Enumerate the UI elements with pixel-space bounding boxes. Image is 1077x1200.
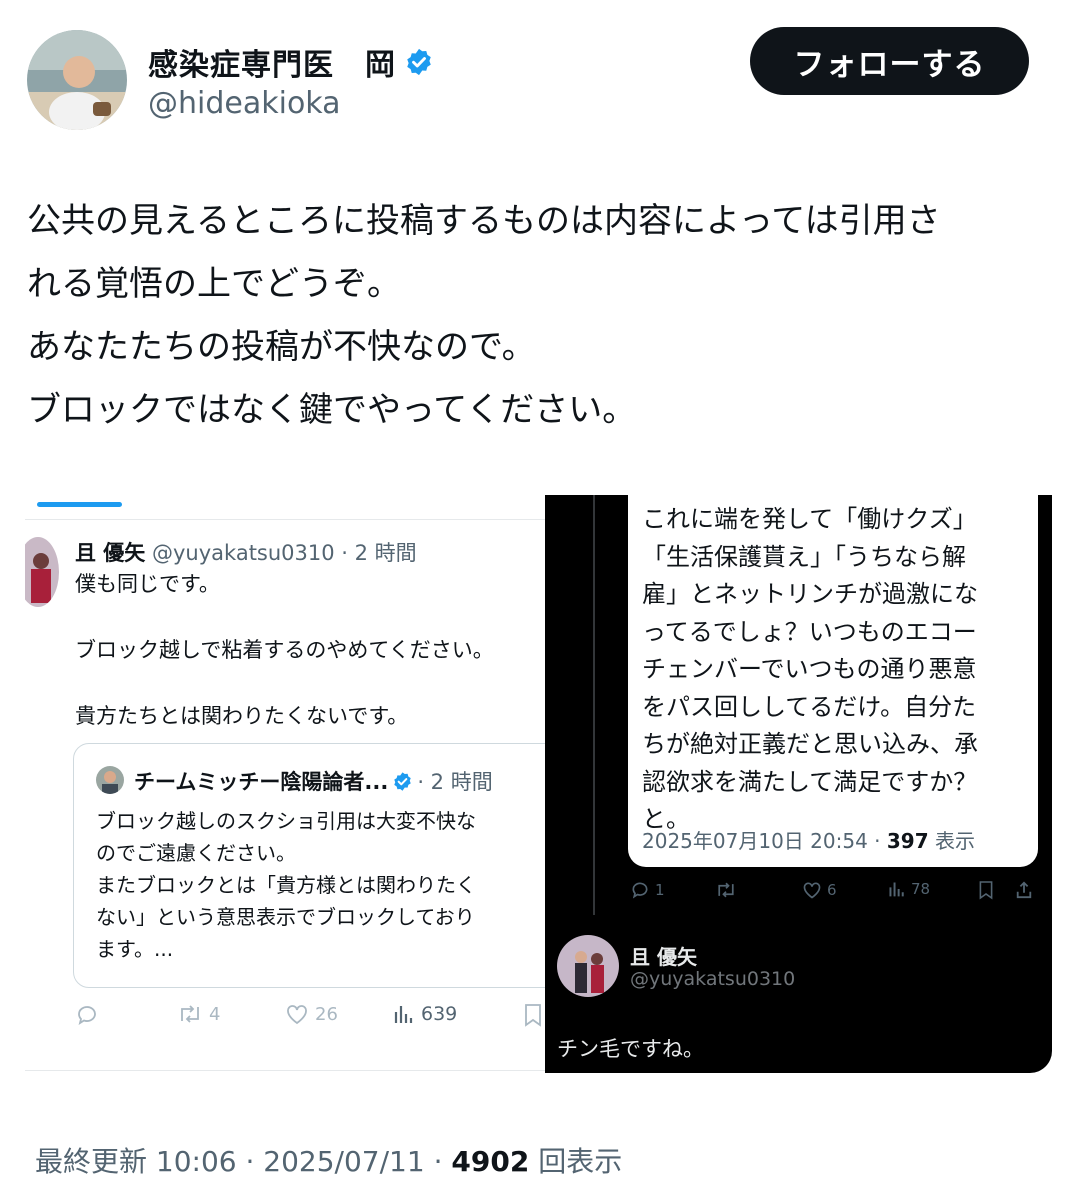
author-handle[interactable]: @hideakioka (148, 86, 341, 121)
thread-line (593, 495, 595, 915)
divider (25, 519, 545, 520)
divider (25, 1070, 545, 1071)
view-count: 639 (393, 1003, 457, 1025)
follow-button[interactable]: フォローする (750, 27, 1029, 95)
quoted-line: またブロックとは「貴方様とは関わりたく (96, 873, 476, 897)
reply-author-name: 且 優矢 (630, 945, 697, 969)
view-count-label: 回表示 (529, 1145, 623, 1178)
bubble-line: 「生活保護貰え」「うちなら解 (642, 542, 966, 571)
author-avatar[interactable] (27, 30, 127, 130)
quoted-line: のでご遠慮ください。 (96, 841, 296, 865)
like-count-value: 26 (315, 1003, 338, 1025)
bubble-line: これに端を発して「働けクズ」 (642, 505, 977, 533)
quoted-line: ない」という意思表示でブロックしており (96, 905, 475, 929)
reply-text: チン毛ですね。 (557, 1037, 704, 1061)
reply-author-avatar (25, 537, 59, 607)
reply-line: ブロック越しで粘着するのやめてください。 (75, 638, 494, 662)
view-count: 4902 (451, 1145, 530, 1178)
timestamp[interactable]: 最終更新 10:06 · 2025/07/11 · (35, 1145, 451, 1178)
bubble-date: 2025年07月10日 20:54 · (642, 829, 887, 853)
bubble-line: ってるでしょ？いつものエコー (642, 617, 977, 646)
share-icon (1015, 880, 1033, 900)
retweet-count-value: 4 (209, 1003, 221, 1025)
like-count: 6 (802, 880, 837, 900)
reply-author-name: 且 優矢 (75, 541, 146, 565)
retweet-icon (715, 880, 737, 900)
bubble-meta: 2025年07月10日 20:54 · 397 表示 (642, 825, 975, 854)
view-count-value: 639 (421, 1003, 458, 1025)
reply-line: 僕も同じです。 (75, 572, 220, 596)
heart-icon (803, 882, 821, 899)
views-icon (889, 882, 904, 897)
reply-header: 且 優矢 @yuyakatsu0310 · 2 時間 (75, 537, 417, 567)
bubble-line: チェンバーでいつもの通り悪意 (642, 655, 977, 683)
reply-meta: @yuyakatsu0310 · 2 時間 (152, 541, 417, 565)
tweet-text: 公共の見えるところに投稿するものは内容によっては引用さ れる覚悟の上でどうぞ。 … (27, 190, 1047, 442)
views-icon (394, 1006, 413, 1023)
quoted-tweet: チームミッチー陰陽論者... · 2 時間 ブロック越しのスクショ引用は大変不快… (73, 743, 545, 988)
view-count: 78 (888, 880, 930, 898)
retweet-count: 4 (177, 1003, 220, 1025)
quoted-author-avatar (96, 766, 124, 794)
bubble-line: 認欲求を満たして満足ですか？ (642, 767, 978, 796)
author-display-name[interactable]: 感染症専門医 岡 (148, 40, 396, 84)
reply-text: 僕も同じです。 ブロック越しで粘着するのやめてください。 貴方たちとは関わりたく… (75, 568, 494, 733)
tweet-line: れる覚悟の上でどうぞ。 (27, 264, 401, 304)
like-count-value: 6 (827, 881, 837, 899)
tweet-line: あなたたちの投稿が不快なので。 (27, 327, 536, 367)
bubble-line: をパス回ししてるだけ。自分た (642, 692, 977, 721)
quoted-author-name: チームミッチー陰陽論者... (134, 770, 389, 794)
bubble-views: 397 (886, 829, 929, 853)
quoted-post-bubble: これに端を発して「働けクズ」 「生活保護貰え」「うちなら解 雇」とネットリンチが… (628, 495, 1038, 867)
bubble-text: これに端を発して「働けクズ」 「生活保護貰え」「うちなら解 雇」とネットリンチが… (642, 501, 978, 839)
reply-icon (632, 882, 648, 899)
reply-author-handle: @yuyakatsu0310 (630, 968, 796, 990)
reply-author-avatar (557, 935, 619, 997)
dark-actions: 1 6 78 (630, 880, 1050, 902)
bookmark-icon (978, 880, 994, 900)
quoted-text: ブロック越しのスクショ引用は大変不快な のでご遠慮ください。 またブロックとは「… (96, 805, 476, 965)
quoted-line: ブロック越しのスクショ引用は大変不快な (96, 809, 476, 833)
bubble-line: 雇」とネットリンチが過激にな (642, 580, 978, 608)
tab-indicator (37, 502, 122, 507)
verified-badge-icon (394, 771, 412, 791)
tweet-line: 公共の見えるところに投稿するものは内容によっては引用さ (27, 201, 941, 241)
quoted-meta: · 2 時間 (417, 770, 493, 794)
embedded-screenshot-right[interactable]: これに端を発して「働けクズ」 「生活保護貰え」「うちなら解 雇」とネットリンチが… (545, 495, 1052, 1073)
tweet-footer: 最終更新 10:06 · 2025/07/11 · 4902 回表示 (35, 1140, 622, 1180)
verified-badge-icon (407, 48, 431, 76)
reply-icon (75, 1003, 99, 1027)
tweet-line: ブロックではなく鍵でやってください。 (27, 390, 637, 430)
bubble-views-label: 表示 (928, 829, 975, 853)
retweet-icon (181, 1005, 199, 1023)
reply-count-value: 1 (655, 881, 665, 899)
reply-actions: 4 26 639 (75, 1003, 545, 1033)
heart-icon (287, 1005, 307, 1025)
view-count-value: 78 (911, 880, 931, 898)
reply-line (75, 667, 494, 700)
reply-count: 1 (630, 880, 665, 900)
bookmark-icon (523, 1003, 543, 1027)
reply-line (75, 601, 494, 634)
embedded-screenshot-left[interactable]: 且 優矢 @yuyakatsu0310 · 2 時間 僕も同じです。 ブロック越… (25, 495, 545, 1073)
bubble-line: ちが絶対正義だと思い込み、承 (642, 730, 978, 758)
like-count: 26 (285, 1003, 338, 1025)
quoted-line: ます。... (96, 937, 174, 961)
reply-line: 貴方たちとは関わりたくないです。 (75, 704, 409, 728)
